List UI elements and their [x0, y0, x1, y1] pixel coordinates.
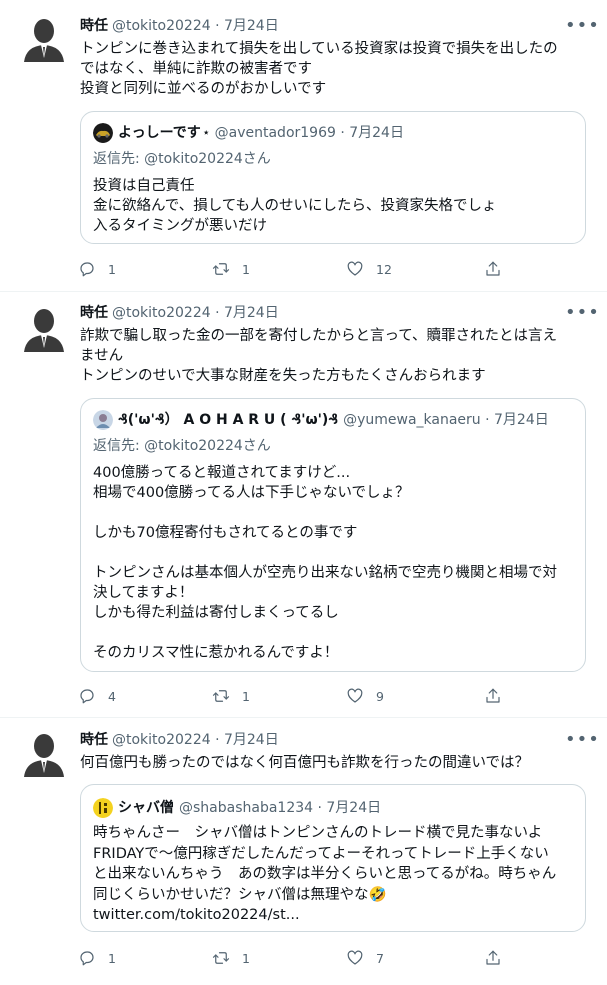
like-count: 7 — [376, 950, 384, 966]
like-button[interactable]: 7 — [346, 947, 384, 969]
share-button[interactable] — [484, 947, 502, 969]
quoted-handle-date: @shabashaba1234 · 7月24日 — [179, 800, 382, 816]
default-avatar-icon[interactable] — [22, 304, 66, 352]
reply-icon — [80, 951, 94, 966]
default-avatar-icon[interactable] — [22, 14, 66, 62]
reply-count: 1 — [108, 950, 116, 966]
more-icon[interactable]: ••• — [565, 304, 599, 326]
quoted-avatar-icon — [93, 410, 113, 430]
quoted-tweet-header: シャバ僧 @shabashaba1234 · 7月24日 — [93, 797, 381, 819]
quoted-tweet-text: 時ちゃんさー シャバ僧はトンピンさんのトレード横で見た事ないよ FRIDAYで〜… — [93, 825, 557, 923]
quoted-author-badge: ⋆ — [202, 126, 210, 139]
share-icon — [486, 688, 500, 703]
retweet-button[interactable]: 1 — [212, 947, 250, 969]
reply-count: 4 — [108, 688, 116, 704]
share-icon — [486, 261, 500, 276]
retweet-count: 1 — [242, 950, 250, 966]
quoted-tweet-text: 投資は自己責任 金に欲絡んで、損しても人のせいにしたら、投資家失格でしょ 入るタ… — [93, 178, 497, 234]
share-icon — [486, 950, 500, 965]
retweet-button[interactable]: 1 — [212, 685, 250, 707]
reply-icon — [80, 689, 94, 704]
action-bar: 4 1 9 — [78, 685, 508, 707]
quoted-tweet[interactable]: よっしーです ⋆ @aventador1969 · 7月24日 返信先: @toki… — [80, 111, 586, 244]
tweet-3[interactable]: 時任 @tokito20224 · 7月24日 ••• 何百億円も勝ったのではなく… — [0, 718, 607, 985]
author-name[interactable]: 時任 — [80, 305, 108, 321]
reply-icon — [80, 262, 94, 277]
default-avatar-icon[interactable] — [22, 729, 66, 777]
like-count: 12 — [376, 261, 392, 277]
quoted-author-name: シャバ僧 — [118, 800, 174, 816]
tweet-header: 時任 @tokito20224 · 7月24日 — [80, 15, 279, 37]
more-icon[interactable]: ••• — [565, 17, 599, 39]
reply-count: 1 — [108, 261, 116, 277]
retweet-icon — [212, 952, 230, 964]
author-name[interactable]: 時任 — [80, 18, 108, 34]
retweet-icon — [212, 690, 230, 702]
quoted-tweet[interactable]: ₰('ω'₰） A O H A R U ( ₰'ω')₰ @yumewa_kana… — [80, 398, 586, 672]
heart-icon — [347, 688, 363, 703]
tweet-text: トンピンに巻き込まれて損失を出している投資家は投資で損失を出したの ではなく、単… — [80, 41, 558, 97]
reply-button[interactable]: 4 — [78, 685, 116, 707]
retweet-button[interactable]: 1 — [212, 258, 250, 280]
retweet-count: 1 — [242, 261, 250, 277]
author-name[interactable]: 時任 — [80, 732, 108, 748]
like-button[interactable]: 12 — [346, 258, 392, 280]
reply-button[interactable]: 1 — [78, 947, 116, 969]
quoted-avatar-icon — [93, 798, 113, 818]
like-button[interactable]: 9 — [346, 685, 384, 707]
tweet-1[interactable]: 時任 @tokito20224 · 7月24日 ••• トンピンに巻き込まれて損失… — [0, 0, 607, 292]
retweet-icon — [212, 263, 230, 275]
action-bar: 1 1 7 — [78, 947, 508, 969]
quoted-author-name: ₰('ω'₰） A O H A R U ( ₰'ω')₰ — [118, 412, 339, 428]
reply-to-label: 返信先: @tokito20224さん — [93, 438, 271, 454]
quoted-avatar-icon — [93, 123, 113, 143]
share-button[interactable] — [484, 258, 502, 280]
tweet-text: 詐欺で騙し取った金の一部を寄付したからと言って、贖罪されたとは言え ません トン… — [80, 328, 558, 384]
tweet-text: 何百億円も勝ったのではなく何百億円も詐欺を行ったの間違いでは？ — [80, 755, 530, 771]
more-icon[interactable]: ••• — [565, 731, 599, 753]
retweet-count: 1 — [242, 688, 250, 704]
heart-icon — [347, 950, 363, 965]
quoted-handle-date: @yumewa_kanaeru · 7月24日 — [343, 412, 549, 428]
quoted-tweet-header: ₰('ω'₰） A O H A R U ( ₰'ω')₰ @yumewa_kana… — [93, 409, 549, 431]
author-handle-date[interactable]: @tokito20224 · 7月24日 — [112, 18, 279, 34]
author-handle-date[interactable]: @tokito20224 · 7月24日 — [112, 732, 279, 748]
share-button[interactable] — [484, 685, 502, 707]
like-count: 9 — [376, 688, 384, 704]
tweet-header: 時任 @tokito20224 · 7月24日 — [80, 729, 279, 751]
tweet-2[interactable]: 時任 @tokito20224 · 7月24日 ••• 詐欺で騙し取った金の一部を… — [0, 292, 607, 718]
author-handle-date[interactable]: @tokito20224 · 7月24日 — [112, 305, 279, 321]
heart-icon — [347, 261, 363, 276]
reply-button[interactable]: 1 — [78, 258, 116, 280]
quoted-handle-date: @aventador1969 · 7月24日 — [214, 125, 404, 141]
action-bar: 1 1 12 — [78, 258, 508, 280]
tweet-header: 時任 @tokito20224 · 7月24日 — [80, 302, 279, 324]
reply-to-label: 返信先: @tokito20224さん — [93, 151, 271, 167]
quoted-tweet-text: 400億勝ってると報道されてますけど... 相場で400億勝ってる人は下手じゃな… — [93, 465, 557, 661]
quoted-tweet-header: よっしーです ⋆ @aventador1969 · 7月24日 — [93, 122, 404, 144]
quoted-tweet[interactable]: シャバ僧 @shabashaba1234 · 7月24日 時ちゃんさー シャバ僧は… — [80, 784, 586, 932]
quoted-author-name: よっしーです — [118, 125, 201, 141]
